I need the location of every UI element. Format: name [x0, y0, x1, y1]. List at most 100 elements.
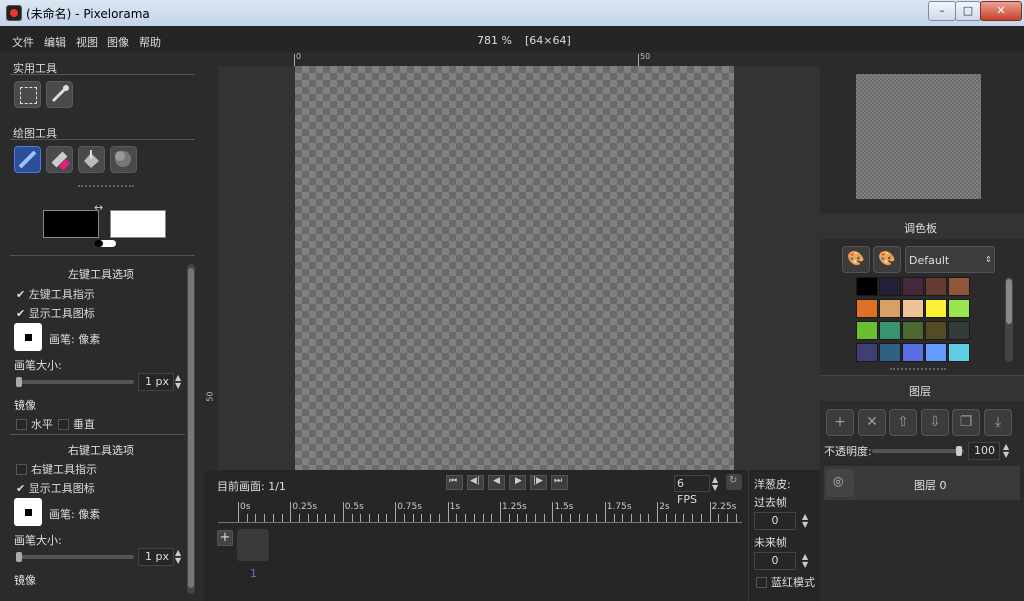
- right-indicator-checkbox[interactable]: 右键工具指示: [16, 461, 97, 477]
- spin-arrows-icon[interactable]: ▲▼: [175, 549, 181, 565]
- opacity-slider[interactable]: [872, 449, 964, 453]
- canvas-area[interactable]: 0 50 50: [204, 52, 820, 470]
- play-button[interactable]: ▶: [509, 475, 526, 490]
- visibility-toggle[interactable]: ◎: [826, 469, 854, 497]
- brush-preview[interactable]: [14, 498, 42, 526]
- spin-arrows-icon[interactable]: ▲▼: [175, 374, 181, 390]
- loop-button[interactable]: ↻: [726, 474, 742, 490]
- drawing-canvas[interactable]: [295, 66, 734, 470]
- spin-arrows-icon[interactable]: ▲▼: [802, 553, 808, 569]
- palette-color-swatch[interactable]: [902, 343, 924, 362]
- palette-color-swatch[interactable]: [925, 299, 947, 318]
- vertical-mirror-checkbox[interactable]: 垂直: [58, 416, 95, 432]
- clone-layer-button[interactable]: ❐: [952, 409, 980, 436]
- horizontal-mirror-checkbox[interactable]: 水平: [16, 416, 53, 432]
- palette-color-swatch[interactable]: [948, 299, 970, 318]
- right-brush-size-input[interactable]: 1 px: [138, 548, 174, 566]
- checkmark-icon: ✔: [16, 482, 29, 495]
- left-color-swatch[interactable]: [43, 210, 99, 238]
- shading-icon: [111, 147, 136, 172]
- close-button[interactable]: ✕: [980, 1, 1022, 21]
- left-indicator-checkbox[interactable]: ✔ 左键工具指示: [16, 286, 95, 302]
- remove-layer-button[interactable]: ✕: [858, 409, 886, 436]
- right-color-swatch[interactable]: [110, 210, 166, 238]
- left-show-icon-checkbox[interactable]: ✔ 显示工具图标: [16, 305, 95, 321]
- frame-number: 1: [250, 567, 257, 580]
- shading-tool[interactable]: [110, 146, 137, 173]
- palette-color-swatch[interactable]: [948, 277, 970, 296]
- left-brush-size-slider[interactable]: [16, 380, 134, 384]
- menu-file[interactable]: 文件: [12, 34, 34, 50]
- add-palette-button[interactable]: 🎨: [842, 246, 870, 273]
- add-frame-button[interactable]: +: [217, 530, 233, 546]
- palette-color-swatch[interactable]: [856, 343, 878, 362]
- grip-handle[interactable]: [78, 185, 134, 191]
- palette-color-swatch[interactable]: [902, 299, 924, 318]
- add-layer-button[interactable]: +: [826, 409, 854, 436]
- move-layer-down-button[interactable]: ⇩: [921, 409, 949, 436]
- rectangle-select-tool[interactable]: [14, 81, 41, 108]
- palette-color-swatch[interactable]: [879, 343, 901, 362]
- opacity-input[interactable]: 100: [968, 442, 1000, 460]
- palette-color-swatch[interactable]: [879, 277, 901, 296]
- palette-select[interactable]: Default ⇕: [905, 246, 995, 273]
- menu-view[interactable]: 视图: [76, 34, 98, 50]
- layer-row[interactable]: ◎ 图层 0: [824, 466, 1020, 500]
- eraser-tool[interactable]: [46, 146, 73, 173]
- next-frame-button[interactable]: |▶: [530, 475, 547, 490]
- past-frames-input[interactable]: 0: [754, 512, 796, 530]
- spin-arrows-icon[interactable]: ▲▼: [712, 476, 718, 492]
- step-back-icon: ◀|: [470, 476, 480, 486]
- menu-image[interactable]: 图像: [107, 34, 129, 50]
- palette-color-swatch[interactable]: [856, 321, 878, 340]
- time-tick: [238, 502, 239, 522]
- palette-scrollbar[interactable]: [1005, 277, 1013, 362]
- move-layer-up-button[interactable]: ⇧: [889, 409, 917, 436]
- palette-color-swatch[interactable]: [856, 299, 878, 318]
- palette-color-swatch[interactable]: [925, 343, 947, 362]
- future-frames-input[interactable]: 0: [754, 552, 796, 570]
- palette-color-swatch[interactable]: [879, 321, 901, 340]
- edit-palette-button[interactable]: 🎨: [873, 246, 901, 273]
- palette-color-swatch[interactable]: [925, 321, 947, 340]
- time-ruler: 0s0.25s0.5s0.75s1s1.25s1.5s1.75s2s2.25s: [218, 500, 742, 523]
- left-panel-scrollbar[interactable]: [187, 264, 195, 594]
- time-tick: [727, 514, 728, 522]
- menu-help[interactable]: 帮助: [139, 34, 161, 50]
- first-frame-button[interactable]: ⏮: [446, 475, 463, 490]
- last-frame-button[interactable]: ⏭: [551, 475, 568, 490]
- right-brush-size-slider[interactable]: [16, 555, 134, 559]
- play-backwards-button[interactable]: ◀: [488, 475, 505, 490]
- prev-frame-button[interactable]: ◀|: [467, 475, 484, 490]
- time-tick: [736, 514, 737, 522]
- fps-input[interactable]: 6 FPS: [674, 475, 710, 492]
- color-picker-tool[interactable]: [46, 81, 73, 108]
- right-show-icon-checkbox[interactable]: ✔ 显示工具图标: [16, 480, 95, 496]
- spin-arrows-icon[interactable]: ▲▼: [802, 513, 808, 529]
- bucket-tool[interactable]: [78, 146, 105, 173]
- brush-preview[interactable]: [14, 323, 42, 351]
- spin-arrows-icon[interactable]: ▲▼: [1003, 443, 1009, 459]
- palette-color-swatch[interactable]: [948, 343, 970, 362]
- blue-red-mode-checkbox[interactable]: 蓝红模式: [756, 574, 815, 590]
- maximize-button[interactable]: □: [955, 1, 981, 21]
- layer-name: 图层 0: [914, 477, 947, 493]
- pencil-tool[interactable]: [14, 146, 41, 173]
- palette-color-swatch[interactable]: [925, 277, 947, 296]
- palette-color-swatch[interactable]: [902, 277, 924, 296]
- merge-layer-button[interactable]: ⤓: [984, 409, 1012, 436]
- copy-icon: ❐: [960, 414, 973, 430]
- frame-thumbnail[interactable]: [237, 529, 269, 561]
- palette-color-swatch[interactable]: [856, 277, 878, 296]
- reset-colors-toggle[interactable]: [94, 240, 116, 247]
- menu-edit[interactable]: 编辑: [44, 34, 66, 50]
- palette-color-swatch[interactable]: [902, 321, 924, 340]
- time-tick: [308, 514, 309, 522]
- left-brush-size-input[interactable]: 1 px: [138, 373, 174, 391]
- time-tick: [369, 514, 370, 522]
- palette-color-swatch[interactable]: [948, 321, 970, 340]
- minimize-button[interactable]: –: [928, 1, 956, 21]
- grip-handle[interactable]: [890, 368, 946, 370]
- palette-header: 调色板: [820, 214, 1024, 239]
- palette-color-swatch[interactable]: [879, 299, 901, 318]
